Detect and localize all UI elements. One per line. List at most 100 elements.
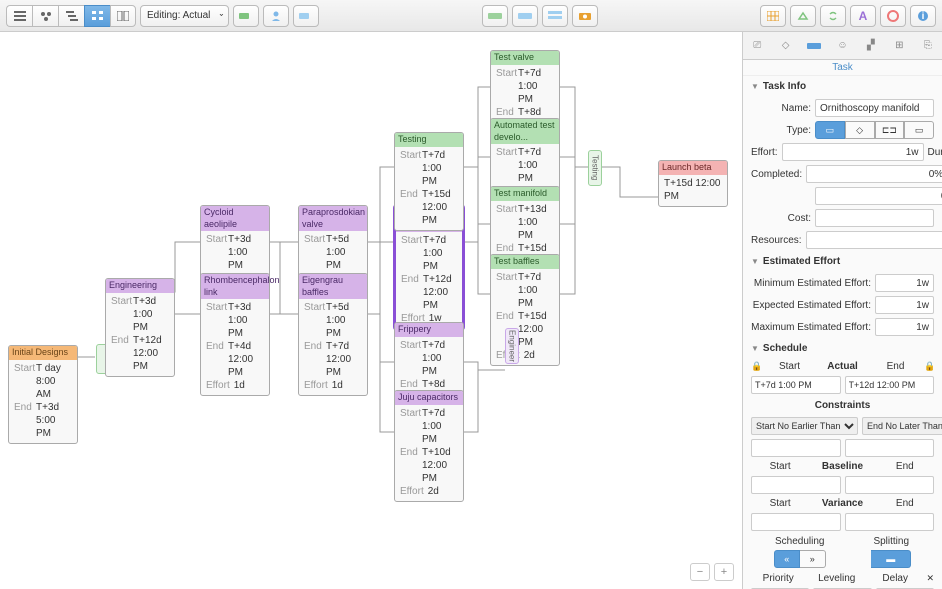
lock-end-icon[interactable]: 🔒 [924, 361, 934, 372]
view-gantt-button[interactable] [58, 5, 84, 27]
name-input[interactable] [815, 99, 934, 117]
effort-input[interactable] [782, 143, 924, 161]
tab-custom-icon[interactable]: ⎘ [919, 37, 937, 55]
type-milestone[interactable]: ◇ [845, 121, 875, 139]
constraint-end-date[interactable] [845, 439, 935, 457]
node-testing[interactable]: Testing StartT+7d 1:00 PM EndT+15d 12:00… [394, 132, 464, 231]
style-grid-button[interactable] [760, 5, 786, 27]
milestone-testing[interactable]: Testing [588, 150, 602, 186]
type-hammock[interactable]: ⊏⊐ [875, 121, 905, 139]
node-title: Test baffles [491, 255, 559, 269]
type-task[interactable]: ▭ [815, 121, 845, 139]
baseline-start-input[interactable] [751, 476, 841, 494]
cost-input[interactable] [815, 209, 934, 227]
node-title: Juju capacitors [395, 391, 463, 405]
fonts-button[interactable]: A [850, 5, 876, 27]
node-title: Automated test develo... [491, 119, 559, 144]
node-juju[interactable]: Juju capacitors StartT+7d 1:00 PM EndT+1… [394, 390, 464, 502]
milestone-label: Testing [591, 155, 600, 180]
fonts-icon: A [859, 9, 868, 23]
node-initial-designs[interactable]: Initial Designs StartT day 8:00 AM EndT+… [8, 345, 78, 444]
style-critical-button[interactable] [790, 5, 816, 27]
completed-input[interactable] [806, 165, 942, 183]
constraint-start-date[interactable] [751, 439, 841, 457]
tab-resource-icon[interactable]: ☺ [833, 37, 851, 55]
node-test-baffles[interactable]: Test baffles StartT+7d 1:00 PM EndT+15d … [490, 254, 560, 366]
variance-end-input[interactable] [845, 513, 935, 531]
node-title: Frippery [395, 323, 463, 337]
catch-up-button[interactable] [482, 5, 508, 27]
sched-asap[interactable]: « [774, 550, 800, 568]
node-eigengrau[interactable]: Eigengrau baffles StartT+5d 1:00 PM EndT… [298, 273, 368, 396]
scheduling-segment[interactable]: «» [774, 550, 826, 568]
view-resource-button[interactable] [32, 5, 58, 27]
section-task-info[interactable]: ▼Task Info [743, 76, 942, 97]
colors-button[interactable] [880, 5, 906, 27]
editing-mode-label: Editing: Actual [147, 10, 210, 21]
type-segment[interactable]: ▭ ◇ ⊏⊐ ▭ [815, 121, 934, 139]
node-rhomb[interactable]: Rhombencephalon link StartT+3d 1:00 PM E… [200, 273, 270, 396]
max-effort-input[interactable] [875, 318, 934, 336]
view-network-button[interactable] [84, 5, 110, 27]
editing-mode-select[interactable]: Editing: Actual [140, 5, 229, 27]
zoom-out-button[interactable]: − [690, 563, 710, 581]
view-outline-button[interactable] [6, 5, 32, 27]
add-task-button[interactable] [233, 5, 259, 27]
sync-button[interactable] [820, 5, 846, 27]
reschedule-button[interactable] [512, 5, 538, 27]
delay-clear-icon[interactable]: ✕ [926, 573, 934, 584]
add-resource-button[interactable] [263, 5, 289, 27]
tab-project-icon[interactable]: ⎚ [748, 37, 766, 55]
tab-styles-icon[interactable]: ▞ [862, 37, 880, 55]
constraint-start-select[interactable]: Start No Earlier Than [751, 417, 858, 435]
capture-button[interactable] [572, 5, 598, 27]
node-title: Testing [395, 133, 463, 147]
info-button[interactable]: i [910, 5, 936, 27]
sched-alap[interactable]: » [800, 550, 826, 568]
lock-start-icon[interactable]: 🔒 [751, 361, 761, 372]
baseline-end-input[interactable] [845, 476, 935, 494]
view-mode-segment [6, 5, 136, 27]
min-effort-input[interactable] [875, 274, 934, 292]
tab-task-icon[interactable] [805, 37, 823, 55]
milestone-engineer[interactable]: Engineer [505, 328, 519, 364]
constraint-end-select[interactable]: End No Later Than [862, 417, 942, 435]
splitting-toggle[interactable]: ▬ [871, 550, 911, 568]
milestone-label: Engineer [508, 330, 517, 362]
svg-text:i: i [922, 11, 925, 22]
level-button[interactable] [542, 5, 568, 27]
node-title: Eigengrau baffles [299, 274, 367, 299]
variance-start-input[interactable] [751, 513, 841, 531]
node-title: Launch beta [659, 161, 727, 175]
actual-end-input[interactable] [845, 376, 935, 394]
zoom-in-button[interactable]: + [714, 563, 734, 581]
node-title: Test manifold [491, 187, 559, 201]
main-toolbar: Editing: Actual A i [0, 0, 942, 32]
view-split-button[interactable] [110, 5, 136, 27]
actual-start-input[interactable] [751, 376, 841, 394]
resources-input[interactable] [806, 231, 942, 249]
type-group[interactable]: ▭ [904, 121, 934, 139]
inspector-panel: ⎚ ◇ ☺ ▞ ⊞ ⎘ Task ▼Task Info Name: Type: … [742, 32, 942, 589]
section-schedule[interactable]: ▼Schedule [743, 338, 942, 359]
node-launch-beta[interactable]: Launch beta T+15d 12:00 PM [658, 160, 728, 207]
node-title: Engineering [106, 279, 174, 293]
node-title: Rhombencephalon link [201, 274, 269, 299]
completed-hours-input[interactable] [815, 187, 942, 205]
node-title: Initial Designs [9, 346, 77, 360]
node-engineering[interactable]: Engineering StartT+3d 1:00 PM EndT+12d 1… [105, 278, 175, 377]
inspector-tabs: ⎚ ◇ ☺ ▞ ⊞ ⎘ [743, 32, 942, 60]
zoom-controls: − + [690, 563, 734, 581]
exp-effort-input[interactable] [875, 296, 934, 314]
tab-milestone-icon[interactable]: ◇ [777, 37, 795, 55]
section-estimated-effort[interactable]: ▼Estimated Effort [743, 251, 942, 272]
constraints-header: Constraints [743, 396, 942, 415]
inspector-tab-name: Task [743, 60, 942, 76]
tab-columns-icon[interactable]: ⊞ [890, 37, 908, 55]
network-canvas[interactable]: Initial Designs StartT day 8:00 AM EndT+… [0, 32, 742, 589]
node-title: Paraprosdokian valve [299, 206, 367, 231]
split-on[interactable]: ▬ [871, 550, 911, 568]
node-title: Test valve [491, 51, 559, 65]
node-title: Cycloid aeolipile [201, 206, 269, 231]
add-milestone-button[interactable] [293, 5, 319, 27]
